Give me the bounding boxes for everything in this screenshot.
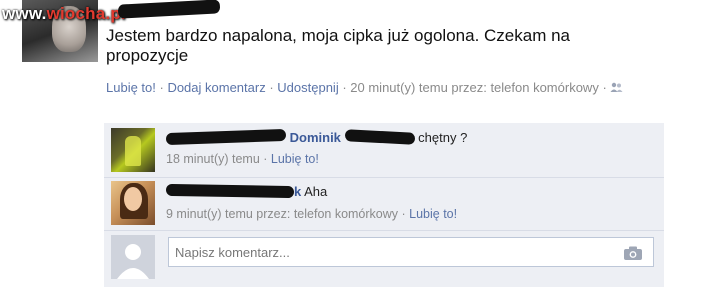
comment-text: Aha	[304, 184, 328, 199]
comment-time: 9 minut(y) temu przez: telefon komórkowy	[166, 207, 399, 221]
comment-meta: 18 minut(y) temu · Lubię to!	[166, 151, 319, 167]
meta-separator: ·	[338, 80, 351, 95]
default-avatar-icon	[111, 235, 155, 279]
camera-icon[interactable]	[623, 245, 643, 264]
comment-body: k Aha	[165, 183, 328, 200]
post-time: 20 minut(y) temu przez: telefon komórkow…	[350, 80, 599, 95]
comment-body: Dominik chętny ?	[165, 128, 468, 146]
comment-divider	[104, 177, 664, 178]
meta-separator: ·	[598, 80, 607, 95]
comment-input[interactable]: Napisz komentarz...	[168, 237, 654, 267]
comment-author-name[interactable]: Dominik	[290, 130, 341, 145]
comment-divider	[104, 230, 664, 231]
avatar-face	[124, 187, 142, 211]
post-share-link[interactable]: Udostępnij	[277, 80, 338, 95]
redacted-commenter-name	[165, 183, 295, 199]
post-comment-link[interactable]: Dodaj komentarz	[167, 80, 265, 95]
post-like-link[interactable]: Lubię to!	[106, 80, 156, 95]
watermark-prefix: www.	[2, 4, 47, 23]
redacted-author-name	[117, 0, 221, 19]
meta-separator: ·	[398, 207, 410, 221]
comment-author-name[interactable]: k	[294, 184, 301, 199]
comments-section: Dominik chętny ? 18 minut(y) temu · Lubi…	[104, 123, 664, 287]
comment-meta: 9 minut(y) temu przez: telefon komórkowy…	[166, 206, 457, 222]
redacted-commenter-name	[165, 128, 287, 146]
post-meta: Lubię to! · Dodaj komentarz · Udostępnij…	[106, 79, 646, 98]
watermark-brand: wiocha	[46, 4, 106, 23]
meta-separator: ·	[259, 152, 271, 166]
friends-privacy-icon[interactable]	[610, 80, 623, 98]
comment-like-link[interactable]: Lubię to!	[271, 152, 319, 166]
meta-separator: ·	[155, 80, 168, 95]
comment-text: chętny ?	[418, 130, 468, 145]
comment-author-avatar[interactable]	[111, 181, 155, 225]
comment-like-link[interactable]: Lubię to!	[409, 207, 457, 221]
meta-separator: ·	[265, 80, 278, 95]
current-user-avatar	[111, 235, 155, 279]
avatar-figure	[125, 136, 141, 166]
comment-author-avatar[interactable]	[111, 128, 155, 172]
redacted-text	[344, 129, 415, 145]
comment-time: 18 minut(y) temu	[166, 152, 260, 166]
watermark: www.wiocha.pl	[2, 4, 126, 24]
post-text: Jestem bardzo napalona, moja cipka już o…	[106, 26, 570, 65]
comment-input-placeholder: Napisz komentarz...	[175, 245, 290, 260]
